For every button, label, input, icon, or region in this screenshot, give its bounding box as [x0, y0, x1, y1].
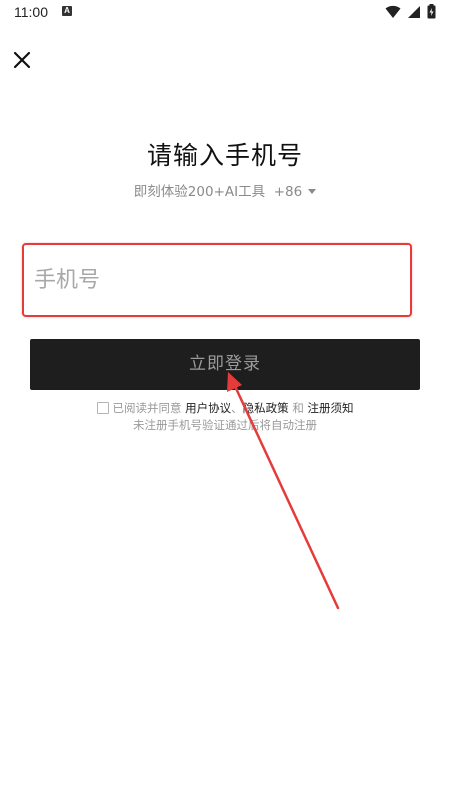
privacy-policy-link[interactable]: 隐私政策 — [243, 401, 289, 415]
login-screen: 11:00 A 请输入手机号 即刻体验200+AI工具 +86 手机号 立即登录… — [0, 0, 450, 800]
cellular-signal-icon — [408, 5, 420, 18]
wifi-icon — [385, 5, 401, 18]
battery-icon — [427, 4, 436, 19]
country-code: +86 — [273, 184, 303, 200]
agreement-prefix: 已阅读并同意 — [112, 401, 182, 415]
country-code-selector[interactable]: +86 — [269, 184, 317, 200]
subtitle-text: 即刻体验200+AI工具 — [133, 184, 266, 200]
phone-input[interactable] — [32, 259, 396, 301]
status-bar: 11:00 A — [0, 0, 450, 26]
agreement-separator: 、 — [231, 401, 243, 415]
login-button[interactable]: 立即登录 — [30, 339, 420, 390]
agreement-line: 已阅读并同意 用户协议、隐私政策 和 注册须知 — [0, 400, 450, 417]
close-button[interactable] — [10, 48, 34, 72]
status-icons — [385, 4, 436, 19]
page-title: 请输入手机号 — [146, 141, 303, 170]
auto-register-note: 未注册手机号验证通过后将自动注册 — [133, 418, 317, 432]
agreement-checkbox[interactable] — [96, 401, 109, 414]
notification-app-icon: A — [62, 6, 72, 16]
agreement: 已阅读并同意 用户协议、隐私政策 和 注册须知 未注册手机号验证通过后将自动注册 — [0, 400, 450, 434]
caret-down-icon — [308, 188, 317, 194]
user-agreement-link[interactable]: 用户协议 — [185, 401, 231, 415]
close-icon — [13, 51, 31, 69]
agreement-conjunction: 和 — [292, 401, 304, 415]
status-time: 11:00 — [14, 4, 48, 20]
registration-notice-link[interactable]: 注册须知 — [307, 401, 353, 415]
phone-field-container — [22, 243, 412, 317]
subtitle: 即刻体验200+AI工具 +86 — [0, 180, 450, 200]
